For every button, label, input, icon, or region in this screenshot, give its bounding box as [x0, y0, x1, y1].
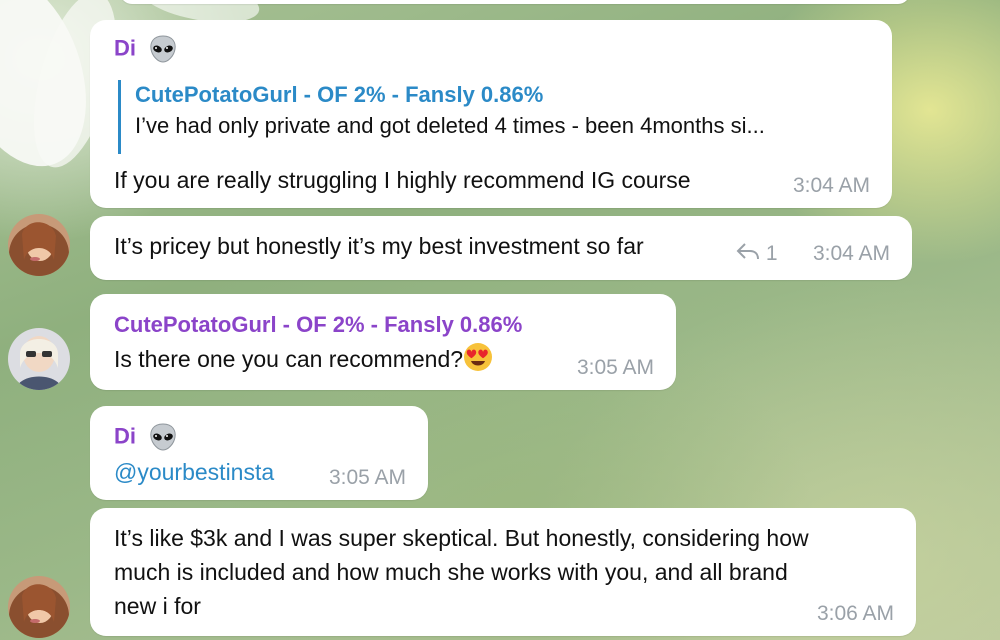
message-text: Is there one you can recommend?: [114, 342, 493, 380]
reply-arrow-icon: [736, 242, 760, 266]
sender-name[interactable]: Di: [114, 424, 136, 449]
message-bubble[interactable]: It’s pricey but honestly it’s my best in…: [90, 216, 912, 280]
message-time: 3:05 AM: [328, 466, 406, 489]
message-time: 3:06 AM: [816, 602, 894, 625]
message-bubble[interactable]: Di @yourbestinsta 3:05 AM: [90, 406, 428, 500]
message-sender[interactable]: Di: [114, 34, 178, 69]
avatar[interactable]: [8, 328, 70, 390]
message-text: It’s pricey but honestly it’s my best in…: [114, 233, 644, 259]
heart-eyes-emoji-icon: [463, 342, 493, 380]
mention-link[interactable]: @yourbestinsta: [114, 456, 274, 488]
message-bubble[interactable]: It’s like $3k and I was super skeptical.…: [90, 508, 916, 636]
message-bubble[interactable]: CutePotatoGurl - OF 2% - Fansly 0.86% Is…: [90, 294, 676, 390]
previous-message-bubble[interactable]: [120, 0, 910, 4]
message-sender[interactable]: Di: [114, 422, 178, 457]
message-text-line: It’s like $3k and I was super skeptical.…: [114, 525, 809, 551]
message-bubble[interactable]: Di CutePotatoGurl - OF 2% - Fansly 0.86%…: [90, 20, 892, 208]
sender-name[interactable]: Di: [114, 36, 136, 61]
message-text-line: new i for: [114, 593, 201, 619]
message-time: 3:05 AM: [576, 356, 654, 379]
reply-quote-name: CutePotatoGurl - OF 2% - Fansly 0.86%: [135, 82, 544, 107]
replies-count: 1: [765, 242, 778, 265]
reply-quote-text: I’ve had only private and got deleted 4 …: [135, 113, 765, 138]
message-time: 3:04 AM: [812, 242, 890, 265]
message-time: 3:04 AM: [792, 174, 870, 197]
alien-emoji-icon: [148, 422, 178, 457]
reply-quote[interactable]: CutePotatoGurl - OF 2% - Fansly 0.86% I’…: [118, 80, 765, 154]
replies-indicator[interactable]: 1: [736, 242, 778, 266]
message-text: If you are really struggling I highly re…: [114, 167, 691, 193]
sender-name[interactable]: CutePotatoGurl - OF 2% - Fansly 0.86%: [114, 312, 522, 338]
message-text-content: Is there one you can recommend?: [114, 346, 464, 373]
avatar[interactable]: [8, 214, 70, 276]
alien-emoji-icon: [148, 34, 178, 69]
message-text-line: much is included and how much she works …: [114, 559, 788, 585]
avatar[interactable]: [8, 576, 70, 638]
